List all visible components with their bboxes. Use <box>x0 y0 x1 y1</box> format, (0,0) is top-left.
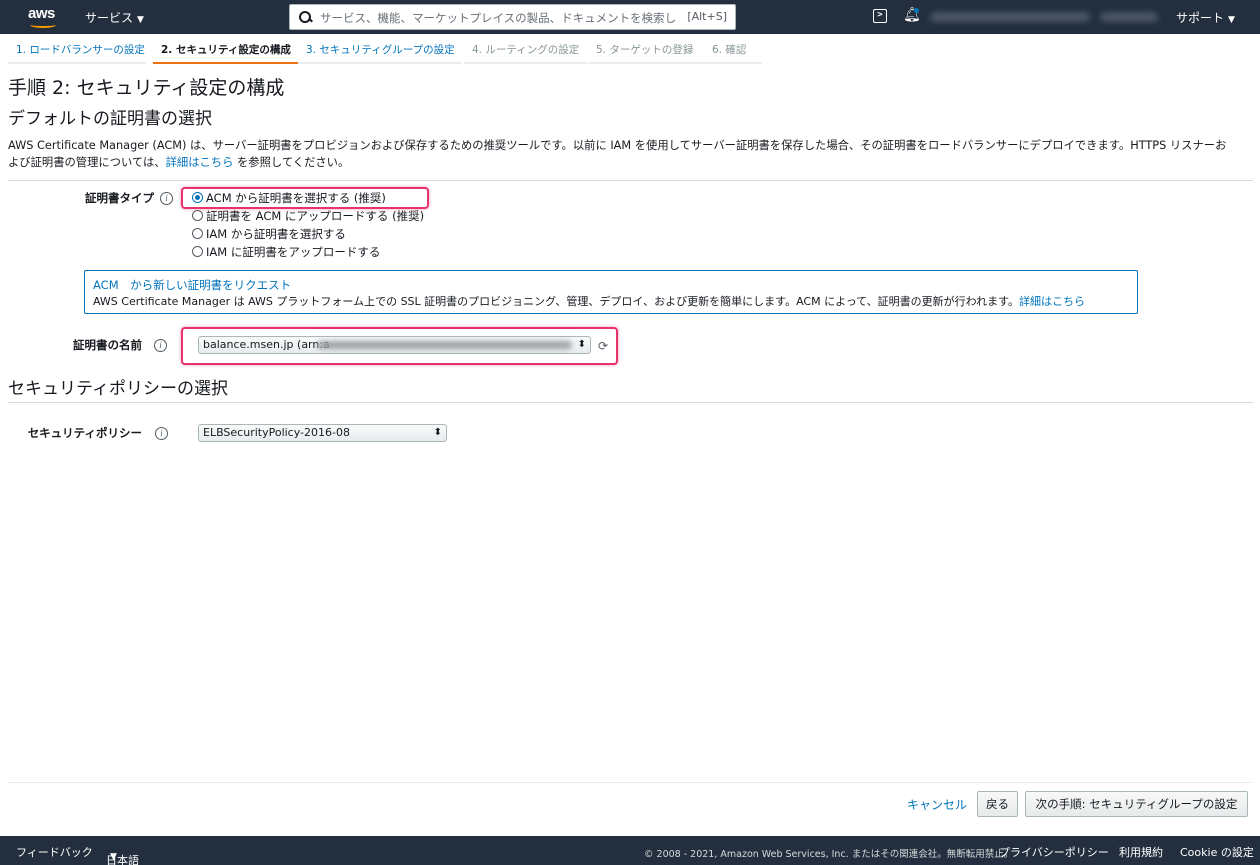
cert-description-text: よび証明書の管理については、 <box>8 156 166 169</box>
cert-section-title: デフォルトの証明書の選択 <box>8 109 212 129</box>
highlight-box-cert-name <box>181 327 618 365</box>
cancel-button[interactable]: キャンセル <box>907 796 967 813</box>
copyright-text: © 2008 - 2021, Amazon Web Services, Inc.… <box>644 849 1014 860</box>
step-security-groups[interactable]: 3. セキュリティグループの設定 <box>298 38 461 64</box>
account-menu-redacted[interactable] <box>930 12 1090 22</box>
caret-down-icon: ▼ <box>110 852 117 862</box>
services-menu[interactable]: サービス ▼ <box>85 9 144 26</box>
caret-down-icon: ▼ <box>137 15 144 25</box>
next-step-button[interactable]: 次の手順: セキュリティグループの設定 <box>1025 791 1248 817</box>
step-load-balancer[interactable]: 1. ロードバランサーの設定 <box>8 38 146 64</box>
cert-description-tail: を参照してください。 <box>233 156 350 169</box>
cloudshell-icon[interactable]: > <box>873 9 887 23</box>
bottom-bar: フィードバック 日本語 ▼ © 2008 - 2021, Amazon Web S… <box>0 836 1260 865</box>
step-review: 6. 確認 <box>704 38 762 64</box>
policy-section-title: セキュリティポリシーの選択 <box>8 379 228 399</box>
step-security-settings[interactable]: 2. セキュリティ設定の構成 <box>153 38 298 64</box>
radio-iam-select[interactable]: IAM から証明書を選択する <box>192 226 346 242</box>
info-icon[interactable]: i <box>160 192 173 205</box>
support-menu[interactable]: サポート ▼ <box>1176 9 1235 26</box>
search-shortcut: [Alt+S] <box>687 10 727 23</box>
cert-description-line-2: よび証明書の管理については、詳細はこちら を参照してください。 <box>8 154 1253 171</box>
page-title: 手順 2: セキュリティ設定の構成 <box>8 77 285 99</box>
services-label: サービス <box>85 11 134 25</box>
select-arrow-icon: ⬍ <box>433 427 442 438</box>
radio-icon <box>192 210 203 221</box>
actions-divider <box>8 782 1253 783</box>
acm-info-body: AWS Certificate Manager は AWS プラットフォーム上で… <box>93 295 1019 308</box>
radio-icon <box>192 228 203 239</box>
divider <box>8 402 1253 403</box>
aws-logo-text: aws <box>28 5 55 22</box>
step-register-targets: 5. ターゲットの登録 <box>588 38 708 64</box>
notification-dot <box>914 8 919 13</box>
info-icon[interactable]: i <box>154 339 167 352</box>
cert-type-label: 証明書タイプ <box>85 191 154 205</box>
top-nav: aws サービス ▼ サービス、機能、マーケットプレイスの製品、ドキュメントを検索… <box>0 0 1260 34</box>
terms-link[interactable]: 利用規約 <box>1119 844 1163 860</box>
back-button[interactable]: 戻る <box>977 791 1018 817</box>
step-routing: 4. ルーティングの設定 <box>464 38 587 64</box>
security-policy-value: ELBSecurityPolicy-2016-08 <box>203 426 350 439</box>
acm-learn-more-link[interactable]: 詳細はこちら <box>1019 295 1085 308</box>
radio-iam-upload[interactable]: IAM に証明書をアップロードする <box>192 244 380 260</box>
request-cert-link[interactable]: ACM から新しい証明書をリクエスト <box>93 277 291 293</box>
region-menu-redacted[interactable] <box>1100 12 1158 22</box>
info-icon[interactable]: i <box>155 427 168 440</box>
feedback-link[interactable]: フィードバック <box>16 844 93 860</box>
learn-more-link[interactable]: 詳細はこちら <box>166 156 234 169</box>
privacy-link[interactable]: プライバシーポリシー <box>999 844 1109 860</box>
acm-info-box: ACM から新しい証明書をリクエスト AWS Certificate Manag… <box>84 270 1138 314</box>
aws-logo[interactable]: aws <box>28 5 60 29</box>
radio-label: IAM に証明書をアップロードする <box>206 245 381 259</box>
divider <box>8 180 1253 181</box>
highlight-box-cert-type <box>181 187 429 209</box>
radio-label: 証明書を ACM にアップロードする (推奨) <box>206 209 425 223</box>
radio-icon <box>192 246 203 257</box>
caret-down-icon: ▼ <box>1228 15 1235 25</box>
support-label: サポート <box>1176 11 1225 25</box>
cert-description: AWS Certificate Manager (ACM) は、サーバー証明書を… <box>8 137 1253 171</box>
security-policy-select[interactable]: ELBSecurityPolicy-2016-08 ⬍ <box>198 424 447 442</box>
acm-info-text: AWS Certificate Manager は AWS プラットフォーム上で… <box>93 293 1085 309</box>
cookie-link[interactable]: Cookie の設定 <box>1180 844 1254 860</box>
aws-smile-icon <box>30 22 56 28</box>
radio-label: IAM から証明書を選択する <box>206 227 346 241</box>
radio-acm-upload[interactable]: 証明書を ACM にアップロードする (推奨) <box>192 208 424 224</box>
search-input[interactable]: サービス、機能、マーケットプレイスの製品、ドキュメントを検索し [Alt+S] <box>289 4 736 30</box>
policy-label: セキュリティポリシー <box>27 426 142 440</box>
search-placeholder: サービス、機能、マーケットプレイスの製品、ドキュメントを検索し <box>320 11 677 25</box>
search-icon <box>298 10 312 24</box>
cert-name-label: 証明書の名前 <box>73 338 142 352</box>
cert-description-line-1: AWS Certificate Manager (ACM) は、サーバー証明書を… <box>8 139 1227 152</box>
